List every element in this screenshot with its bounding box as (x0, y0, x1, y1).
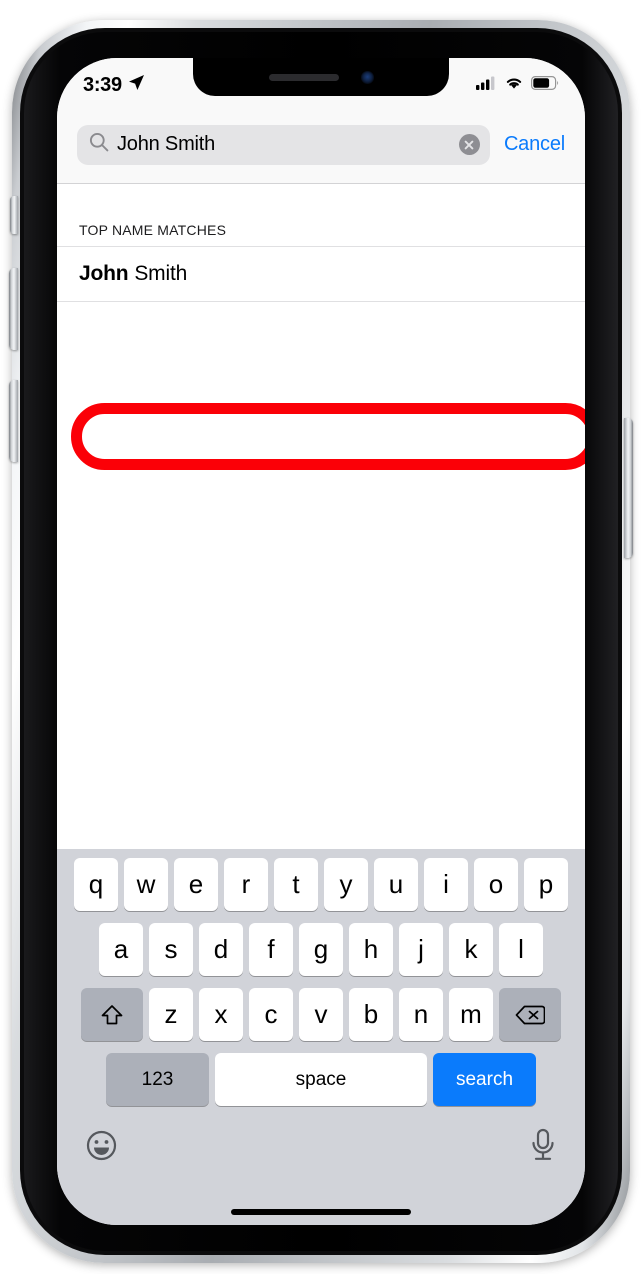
key-a[interactable]: a (99, 923, 143, 976)
microphone-icon[interactable] (529, 1128, 557, 1167)
key-p[interactable]: p (524, 858, 568, 911)
key-v[interactable]: v (299, 988, 343, 1041)
search-magnifier-icon (89, 132, 109, 157)
key-f[interactable]: f (249, 923, 293, 976)
numeric-mode-key[interactable]: 123 (106, 1053, 209, 1106)
red-oval-highlight-annotation (71, 403, 585, 470)
search-input-value: John Smith (117, 133, 216, 155)
key-i[interactable]: i (424, 858, 468, 911)
key-n[interactable]: n (399, 988, 443, 1041)
status-indicators (476, 75, 559, 95)
key-b[interactable]: b (349, 988, 393, 1041)
key-x[interactable]: x (199, 988, 243, 1041)
key-g[interactable]: g (299, 923, 343, 976)
key-z[interactable]: z (149, 988, 193, 1041)
section-header-top-name-matches: TOP NAME MATCHES (79, 222, 227, 238)
onscreen-keyboard: q w e r t y u i o p a s d f g h j k l z … (57, 849, 585, 1225)
key-r[interactable]: r (224, 858, 268, 911)
keyboard-row-4: 123 space search (57, 1053, 585, 1106)
battery-icon (531, 75, 559, 95)
keyboard-utility-row (57, 1106, 585, 1167)
key-w[interactable]: w (124, 858, 168, 911)
cellular-signal-icon (476, 75, 497, 95)
phone-device-frame: 3:39 John Smith Cancel TOP NAME MATCHES … (9, 20, 633, 1263)
backspace-delete-icon[interactable] (499, 988, 561, 1041)
mute-switch[interactable] (10, 196, 18, 234)
volume-down-button[interactable] (9, 380, 18, 462)
key-q[interactable]: q (74, 858, 118, 911)
key-l[interactable]: l (499, 923, 543, 976)
phone-screen: 3:39 John Smith Cancel TOP NAME MATCHES … (57, 58, 585, 1225)
status-time: 3:39 (83, 73, 122, 96)
space-key[interactable]: space (215, 1053, 427, 1106)
wifi-icon (504, 75, 524, 95)
device-notch (193, 58, 449, 96)
volume-up-button[interactable] (9, 268, 18, 350)
cancel-button[interactable]: Cancel (504, 133, 565, 156)
key-j[interactable]: j (399, 923, 443, 976)
search-input[interactable]: John Smith (77, 124, 490, 165)
key-e[interactable]: e (174, 858, 218, 911)
key-h[interactable]: h (349, 923, 393, 976)
search-results-list: TOP NAME MATCHES John Smith (57, 185, 585, 849)
power-button[interactable] (624, 418, 633, 558)
result-row-john-smith[interactable]: John Smith (57, 246, 585, 302)
clear-circle-x-icon[interactable] (458, 134, 480, 155)
keyboard-row-2: a s d f g h j k l (57, 923, 585, 976)
key-d[interactable]: d (199, 923, 243, 976)
front-camera (360, 70, 374, 84)
search-bar: John Smith Cancel (57, 106, 585, 184)
result-last-name: Smith (134, 262, 188, 285)
key-c[interactable]: c (249, 988, 293, 1041)
emoji-smiley-icon[interactable] (85, 1129, 118, 1167)
key-s[interactable]: s (149, 923, 193, 976)
shift-arrow-icon[interactable] (81, 988, 143, 1041)
result-first-name: John (79, 262, 129, 285)
key-o[interactable]: o (474, 858, 518, 911)
status-time-group: 3:39 (83, 74, 145, 97)
key-t[interactable]: t (274, 858, 318, 911)
home-indicator[interactable] (231, 1209, 411, 1215)
keyboard-row-1: q w e r t y u i o p (57, 858, 585, 911)
key-k[interactable]: k (449, 923, 493, 976)
search-return-key[interactable]: search (433, 1053, 536, 1106)
earpiece-speaker (268, 73, 339, 81)
key-u[interactable]: u (374, 858, 418, 911)
key-m[interactable]: m (449, 988, 493, 1041)
keyboard-row-3: z x c v b n m (57, 988, 585, 1041)
key-y[interactable]: y (324, 858, 368, 911)
location-arrow-icon (128, 74, 145, 96)
